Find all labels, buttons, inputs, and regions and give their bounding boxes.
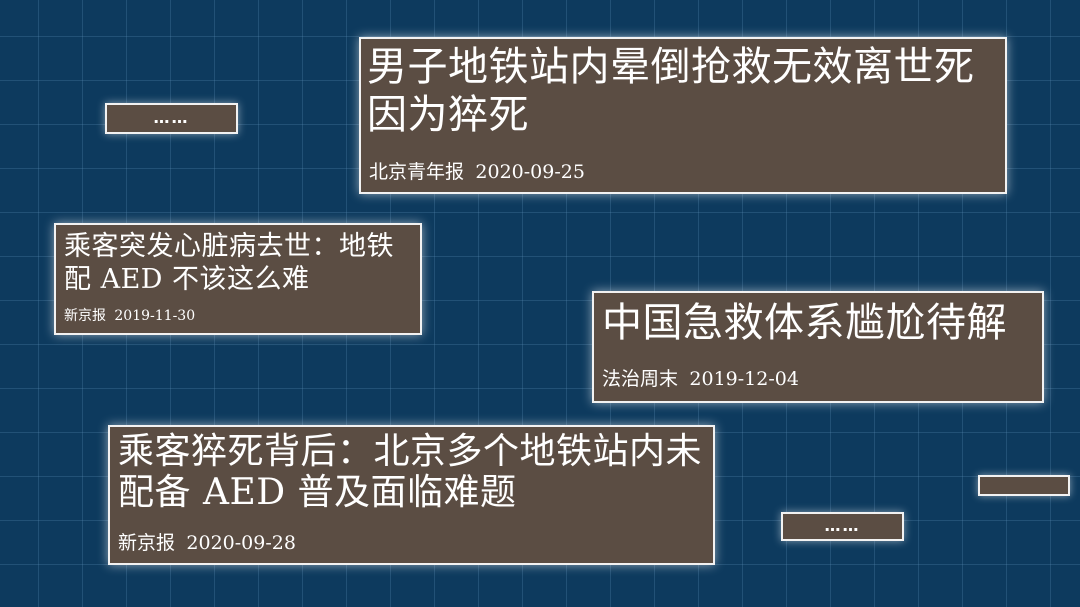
news-card-beijing-youth-daily: 男子地铁站内晕倒抢救无效离世死因为猝死 北京青年报 2020-09-25 — [359, 37, 1007, 194]
news-source-line: 新京报 2020-09-28 — [118, 528, 296, 555]
news-date: 2020-09-25 — [475, 161, 585, 183]
news-date: 2019-12-04 — [689, 368, 799, 390]
news-source-line: 法治周末 2019-12-04 — [602, 364, 799, 391]
news-source: 新京报 — [118, 532, 176, 554]
blank-placeholder-card — [978, 475, 1070, 496]
news-headline: 乘客突发心脏病去世：地铁配 AED 不该这么难 — [64, 231, 394, 295]
news-source: 北京青年报 — [369, 161, 465, 183]
news-date: 2019-11-30 — [114, 308, 196, 324]
news-source: 法治周末 — [602, 368, 679, 390]
news-card-beijing-news-2020: 乘客猝死背后：北京多个地铁站内未配备 AED 普及面临难题 新京报 2020-09… — [108, 425, 715, 565]
news-card-beijing-news-2019: 乘客突发心脏病去世：地铁配 AED 不该这么难 新京报 2019-11-30 — [54, 223, 422, 335]
news-headline: 中国急救体系尴尬待解 — [602, 300, 1007, 346]
news-source-line: 新京报 2019-11-30 — [64, 305, 195, 325]
news-source: 新京报 — [64, 308, 106, 324]
news-card-legal-weekend: 中国急救体系尴尬待解 法治周末 2019-12-04 — [592, 291, 1044, 403]
news-source-line: 北京青年报 2020-09-25 — [369, 157, 585, 184]
ellipsis-placeholder-card: …… — [781, 512, 904, 541]
ellipsis-placeholder-card: …… — [105, 103, 238, 134]
news-headline: 乘客猝死背后：北京多个地铁站内未配备 AED 普及面临难题 — [118, 431, 703, 514]
news-headline: 男子地铁站内晕倒抢救无效离世死因为猝死 — [367, 44, 975, 138]
news-date: 2020-09-28 — [186, 532, 296, 554]
